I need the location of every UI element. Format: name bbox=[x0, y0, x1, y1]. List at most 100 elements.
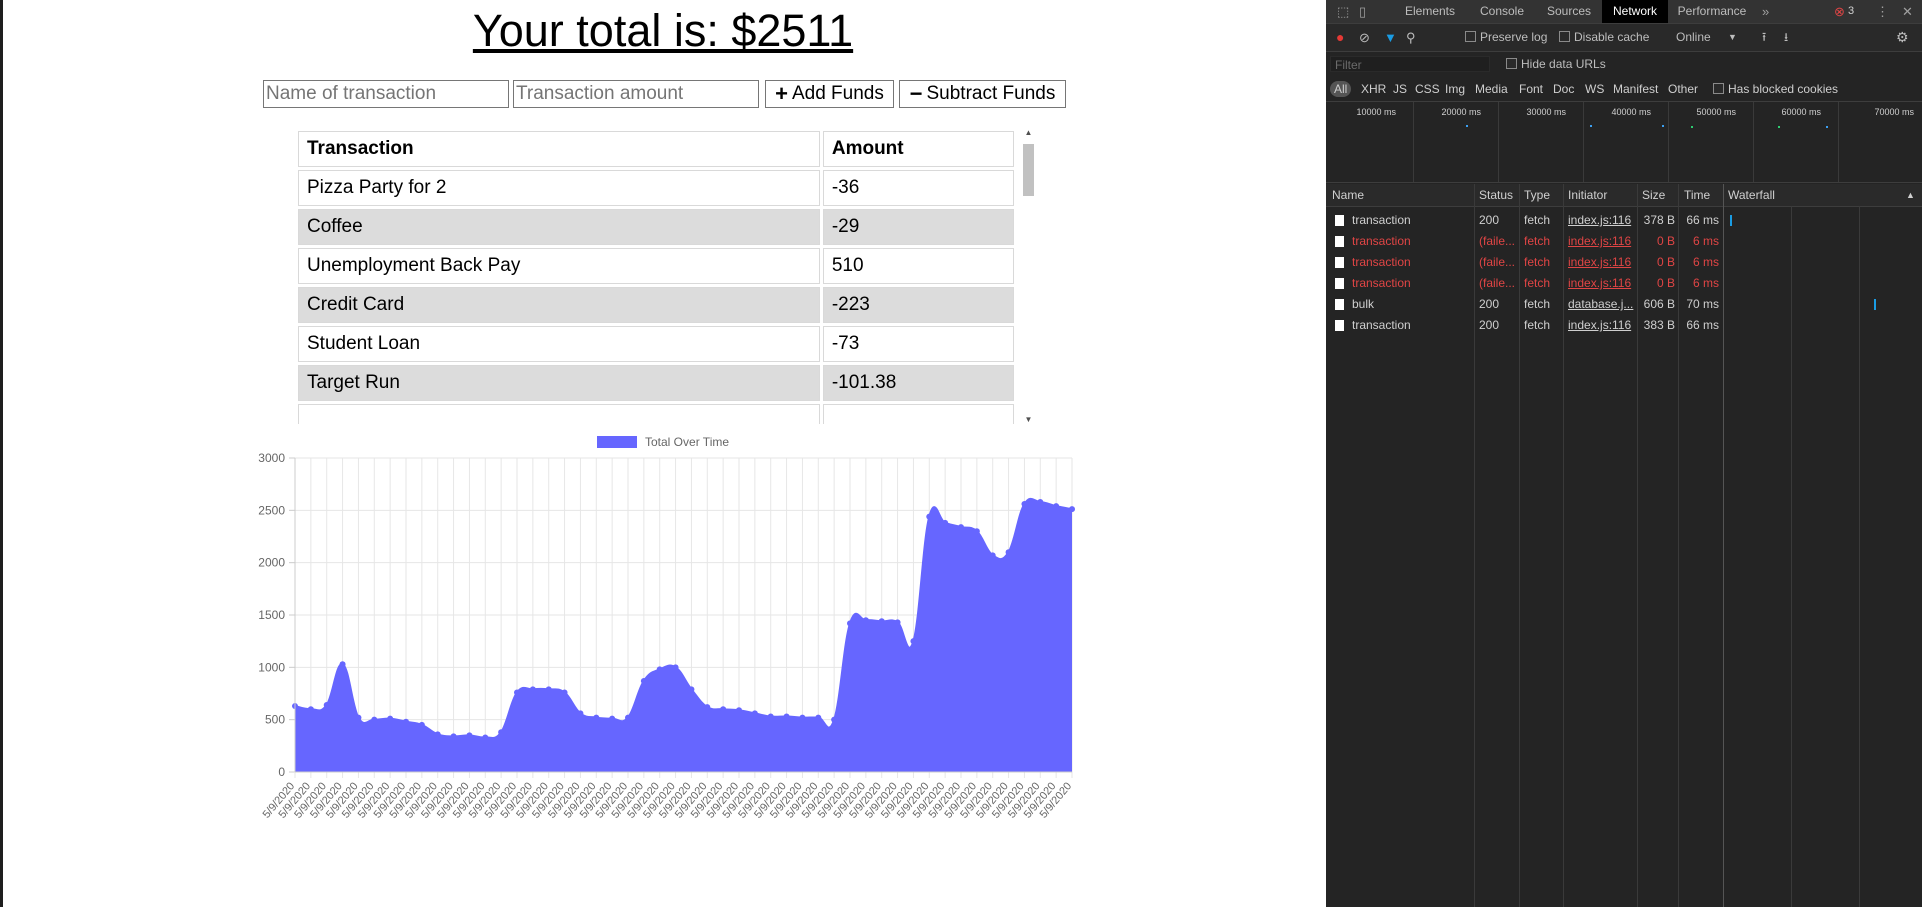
kebab-menu-icon[interactable]: ⋮ bbox=[1876, 0, 1889, 23]
tab-elements[interactable]: Elements bbox=[1392, 0, 1468, 23]
transactions-table-container[interactable]: Transaction Amount Pizza Party for 2 -36… bbox=[295, 128, 1017, 424]
request-row[interactable]: bulk 200 fetch database.j... 606 B 70 ms bbox=[1326, 294, 1922, 315]
request-row[interactable]: transaction (faile... fetch index.js:116 0 B… bbox=[1326, 252, 1922, 273]
request-status: 200 bbox=[1479, 297, 1500, 311]
y-tick-label: 500 bbox=[265, 713, 285, 727]
record-icon[interactable]: ● bbox=[1336, 24, 1344, 51]
scroll-thumb[interactable] bbox=[1023, 144, 1034, 196]
type-filter-img[interactable]: Img bbox=[1445, 81, 1465, 97]
scroll-up-arrow-icon[interactable]: ▲ bbox=[1021, 128, 1036, 137]
has-blocked-cookies-checkbox[interactable]: Has blocked cookies bbox=[1713, 81, 1838, 97]
overview-gridline bbox=[1838, 102, 1839, 182]
request-initiator[interactable]: database.j... bbox=[1568, 294, 1634, 315]
type-filter-all[interactable]: All bbox=[1330, 81, 1352, 97]
data-point bbox=[958, 524, 964, 531]
transaction-name-input[interactable]: Name of transaction bbox=[263, 80, 509, 108]
disable-cache-checkbox[interactable]: Disable cache bbox=[1559, 24, 1649, 51]
data-point bbox=[482, 734, 489, 741]
search-icon[interactable]: ⚲ bbox=[1406, 24, 1416, 51]
request-size: 0 B bbox=[1656, 255, 1675, 269]
data-point bbox=[831, 716, 838, 723]
request-initiator[interactable]: index.js:116 bbox=[1568, 231, 1634, 252]
settings-gear-icon[interactable]: ⚙ bbox=[1896, 24, 1909, 51]
type-filter-other[interactable]: Other bbox=[1668, 81, 1698, 97]
request-status: (faile... bbox=[1479, 255, 1516, 269]
transaction-amount-input[interactable]: Transaction amount bbox=[513, 80, 759, 108]
hide-data-urls-label: Hide data URLs bbox=[1521, 57, 1606, 71]
column-size[interactable]: Size bbox=[1642, 184, 1665, 206]
data-point bbox=[704, 704, 711, 711]
transaction-name: Student Loan bbox=[298, 326, 820, 362]
type-filter-font[interactable]: Font bbox=[1519, 81, 1543, 97]
overview-request-mark bbox=[1466, 125, 1468, 127]
tab-console[interactable]: Console bbox=[1468, 0, 1536, 23]
error-count[interactable]: 3 bbox=[1848, 0, 1854, 23]
chevron-down-icon[interactable]: ▼ bbox=[1728, 24, 1737, 51]
subtract-funds-button[interactable]: − Subtract Funds bbox=[899, 80, 1066, 108]
checkbox-icon bbox=[1465, 31, 1476, 42]
add-funds-button[interactable]: + Add Funds bbox=[765, 80, 894, 108]
transaction-name bbox=[298, 404, 820, 424]
tab-sources[interactable]: Sources bbox=[1536, 0, 1602, 23]
request-initiator[interactable]: index.js:116 bbox=[1568, 210, 1634, 231]
type-filter-xhr[interactable]: XHR bbox=[1361, 81, 1386, 97]
export-har-icon[interactable]: ⭳ bbox=[1784, 24, 1788, 51]
filter-input[interactable]: Filter bbox=[1330, 56, 1490, 72]
subtract-funds-label: Subtract Funds bbox=[926, 83, 1056, 104]
type-filter-css[interactable]: CSS bbox=[1415, 81, 1440, 97]
column-type[interactable]: Type bbox=[1524, 184, 1550, 206]
y-tick-label: 3000 bbox=[258, 451, 285, 465]
request-initiator[interactable]: index.js:116 bbox=[1568, 315, 1634, 336]
type-filter-media[interactable]: Media bbox=[1475, 81, 1508, 97]
type-filter-doc[interactable]: Doc bbox=[1553, 81, 1574, 97]
request-size: 606 B bbox=[1643, 297, 1675, 311]
data-point bbox=[862, 617, 869, 624]
error-badge-icon[interactable]: ⊗ bbox=[1834, 0, 1845, 23]
device-toolbar-icon[interactable]: ▯ bbox=[1359, 0, 1366, 23]
column-name[interactable]: Name bbox=[1332, 184, 1364, 206]
transaction-amount: -29 bbox=[822, 209, 1014, 245]
column-time[interactable]: Time bbox=[1684, 184, 1710, 206]
request-size: 0 B bbox=[1656, 234, 1675, 248]
data-point bbox=[434, 731, 441, 738]
column-initiator[interactable]: Initiator bbox=[1568, 184, 1607, 206]
request-row[interactable]: transaction 200 fetch index.js:116 378 B 66 m… bbox=[1326, 210, 1922, 231]
type-filter-js[interactable]: JS bbox=[1393, 81, 1407, 97]
inspect-element-icon[interactable]: ⬚ bbox=[1337, 0, 1349, 23]
close-icon[interactable]: ✕ bbox=[1902, 0, 1913, 23]
transaction-amount: -36 bbox=[822, 170, 1014, 206]
data-point bbox=[1037, 498, 1044, 505]
request-row[interactable]: transaction 200 fetch index.js:116 383 B 66 m… bbox=[1326, 315, 1922, 336]
type-filter-manifest[interactable]: Manifest bbox=[1613, 81, 1658, 97]
transaction-amount: -73 bbox=[822, 326, 1014, 362]
clear-icon[interactable]: ⊘ bbox=[1359, 24, 1370, 51]
type-filter-ws[interactable]: WS bbox=[1585, 81, 1604, 97]
import-har-icon[interactable]: ⭱ bbox=[1762, 24, 1766, 51]
preserve-log-checkbox[interactable]: Preserve log bbox=[1465, 24, 1547, 51]
request-initiator[interactable]: index.js:116 bbox=[1568, 252, 1634, 273]
request-row[interactable]: transaction (faile... fetch index.js:116 0 B… bbox=[1326, 273, 1922, 294]
column-waterfall[interactable]: Waterfall bbox=[1728, 184, 1775, 206]
more-tabs-icon[interactable]: » bbox=[1762, 0, 1769, 23]
table-row: Student Loan -73 bbox=[298, 326, 1014, 362]
y-tick-label: 1000 bbox=[258, 660, 285, 674]
y-tick-label: 2500 bbox=[258, 503, 285, 517]
overview-request-mark bbox=[1778, 126, 1780, 128]
add-funds-label: Add Funds bbox=[791, 83, 884, 104]
filter-icon[interactable]: ▼ bbox=[1384, 24, 1397, 51]
network-overview-timeline[interactable]: 10000 ms 20000 ms 30000 ms 40000 ms 5000… bbox=[1326, 102, 1922, 183]
hide-data-urls-checkbox[interactable]: Hide data URLs bbox=[1506, 52, 1606, 76]
request-time: 6 ms bbox=[1692, 255, 1719, 269]
request-initiator[interactable]: index.js:116 bbox=[1568, 273, 1634, 294]
transaction-amount bbox=[822, 404, 1014, 424]
scroll-down-arrow-icon[interactable]: ▼ bbox=[1021, 415, 1036, 424]
table-scrollbar[interactable]: ▲ ▼ bbox=[1021, 128, 1036, 424]
tab-network[interactable]: Network bbox=[1602, 0, 1668, 23]
column-status[interactable]: Status bbox=[1479, 184, 1513, 206]
tab-performance[interactable]: Performance bbox=[1668, 0, 1756, 23]
data-point bbox=[339, 661, 346, 668]
sort-arrow-icon[interactable]: ▲ bbox=[1906, 184, 1915, 206]
throttling-select[interactable]: Online bbox=[1676, 24, 1711, 51]
request-row[interactable]: transaction (faile... fetch index.js:116 0 B… bbox=[1326, 231, 1922, 252]
request-name: transaction bbox=[1352, 234, 1411, 248]
